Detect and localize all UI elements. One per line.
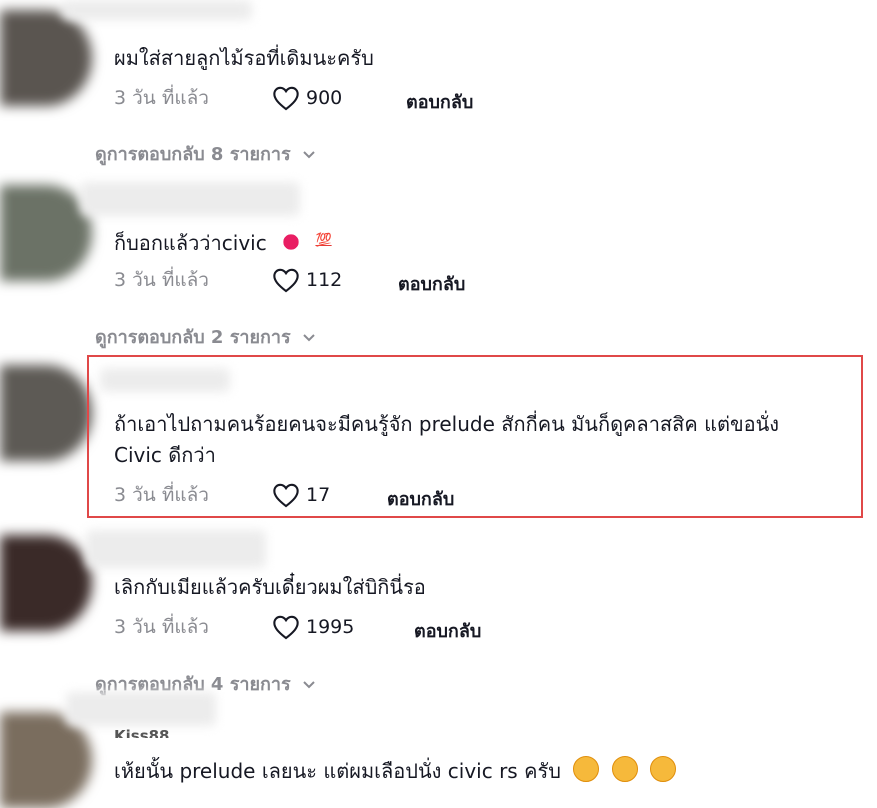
comment-text-content: ก็บอกแล้วว่าcivic bbox=[114, 231, 267, 255]
reply-button[interactable]: ตอบกลับ bbox=[398, 269, 465, 298]
view-replies-label: ดูการตอบกลับ 2 รายการ bbox=[95, 327, 291, 348]
reply-button[interactable]: ตอบกลับ bbox=[406, 87, 473, 116]
sweat-smile-emoji bbox=[573, 756, 600, 782]
like-count: 900 bbox=[306, 87, 343, 109]
avatar[interactable] bbox=[0, 185, 92, 281]
chevron-down-icon bbox=[302, 333, 315, 341]
comment-meta: 3 วัน ที่แล้ว 1995 bbox=[114, 612, 354, 642]
like-button[interactable]: 112 bbox=[272, 267, 342, 293]
heart-outline-icon bbox=[273, 615, 299, 640]
comment-username[interactable]: Kiss88 bbox=[114, 728, 170, 738]
comment-text: ก็บอกแล้วว่าcivic 💯 bbox=[114, 225, 332, 259]
sweat-smile-emoji bbox=[611, 756, 638, 782]
chevron-down-icon bbox=[302, 680, 315, 688]
comment-time: 3 วัน ที่แล้ว bbox=[114, 616, 209, 638]
chevron-down-icon bbox=[302, 150, 315, 158]
highlight-box bbox=[87, 355, 863, 518]
kiss-lips-emoji bbox=[279, 230, 304, 254]
like-button[interactable]: 900 bbox=[272, 85, 342, 111]
like-button[interactable]: 1995 bbox=[272, 614, 354, 640]
reply-button[interactable]: ตอบกลับ bbox=[414, 616, 481, 645]
comment-text-content: เห้ยนั้น prelude เลยนะ แต่ผมเลือปนั่ง ci… bbox=[114, 759, 561, 783]
comment-meta: 3 วัน ที่แล้ว 112 bbox=[114, 265, 342, 295]
username-blurred[interactable] bbox=[66, 692, 216, 726]
comment-time: 3 วัน ที่แล้ว bbox=[114, 269, 209, 291]
username-blurred[interactable] bbox=[62, 0, 252, 20]
like-count: 112 bbox=[306, 269, 343, 291]
avatar[interactable] bbox=[0, 535, 92, 631]
username-blurred[interactable] bbox=[86, 530, 266, 568]
comment-text: เห้ยนั้น prelude เลยนะ แต่ผมเลือปนั่ง ci… bbox=[114, 756, 676, 787]
avatar[interactable] bbox=[0, 10, 92, 106]
avatar[interactable] bbox=[0, 365, 92, 461]
sweat-smile-emoji bbox=[649, 756, 676, 782]
view-replies-label: ดูการตอบกลับ 8 รายการ bbox=[95, 144, 291, 165]
heart-outline-icon bbox=[273, 86, 299, 111]
comment-text: ผมใส่สายลูกไม้รอที่เดิมนะครับ bbox=[114, 46, 374, 70]
view-replies-button[interactable]: ดูการตอบกลับ 2 รายการ bbox=[95, 322, 317, 351]
comment-time: 3 วัน ที่แล้ว bbox=[114, 87, 209, 109]
comment-meta: 3 วัน ที่แล้ว 900 bbox=[114, 83, 342, 113]
heart-outline-icon bbox=[273, 268, 299, 293]
username-blurred[interactable] bbox=[80, 182, 300, 216]
hundred-points-emoji: 💯 bbox=[315, 233, 332, 248]
avatar[interactable] bbox=[0, 712, 92, 808]
like-count: 1995 bbox=[306, 616, 355, 638]
comment-text: เลิกกับเมียแล้วครับเดี๋ยวผมใส่บิกินี่รอ bbox=[114, 575, 426, 599]
view-replies-button[interactable]: ดูการตอบกลับ 8 รายการ bbox=[95, 139, 317, 168]
